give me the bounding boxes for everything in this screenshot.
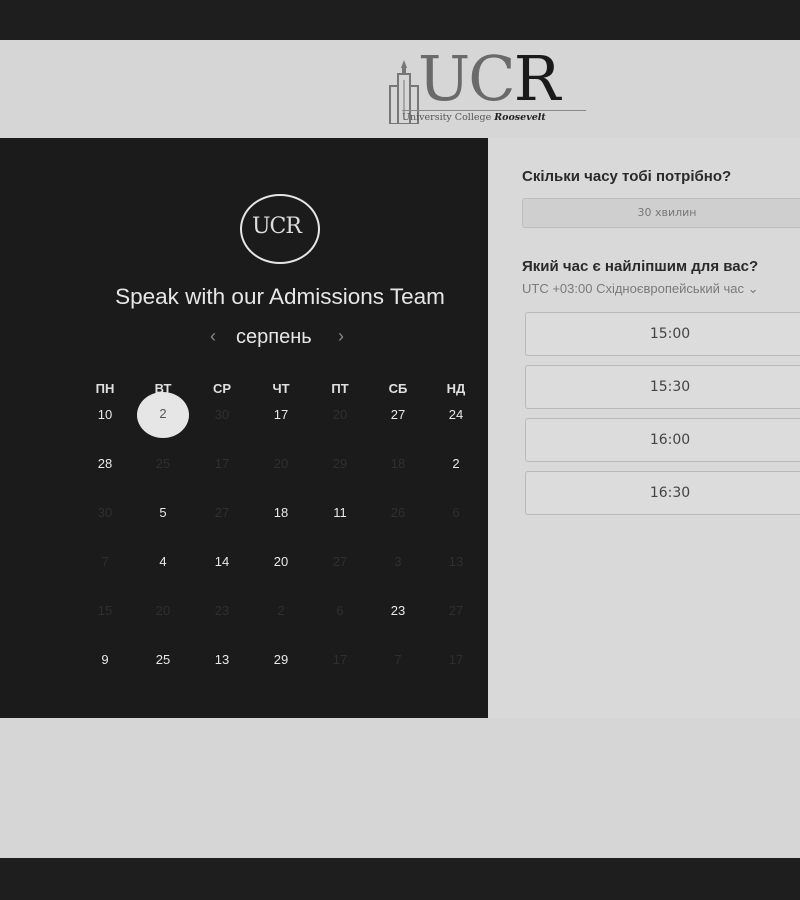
bottom-bar bbox=[0, 858, 800, 900]
booking-panel: Скільки часу тобі потрібно? 30 хвилин Як… bbox=[488, 138, 800, 718]
calendar-day: 3 bbox=[394, 554, 402, 569]
calendar-day[interactable]: 27 bbox=[378, 403, 418, 427]
logo-wordmark: UCR bbox=[418, 42, 560, 115]
calendar-day: 27 bbox=[214, 505, 230, 520]
time-slot[interactable]: 15:30 bbox=[525, 365, 800, 409]
calendar-day[interactable]: 14 bbox=[202, 550, 242, 574]
calendar-day-selected[interactable]: 2 bbox=[137, 392, 189, 438]
chevron-left-icon[interactable]: ‹ bbox=[210, 326, 216, 347]
calendar-day: 18 bbox=[390, 456, 406, 471]
calendar-day: 17 bbox=[448, 652, 464, 667]
duration-select[interactable]: 30 хвилин bbox=[522, 198, 800, 228]
calendar-day[interactable]: 20 bbox=[261, 550, 301, 574]
calendar-day: 23 bbox=[214, 603, 230, 618]
calendar-day[interactable]: 10 bbox=[85, 403, 125, 427]
calendar-panel: UCR Speak with our Admissions Team ‹ сер… bbox=[0, 138, 488, 718]
calendar-day: 6 bbox=[452, 505, 460, 520]
calendar-day[interactable]: 18 bbox=[261, 501, 301, 525]
weekday-header: НД bbox=[446, 381, 466, 396]
page-footer-area bbox=[0, 718, 800, 858]
duration-question: Скільки часу тобі потрібно? bbox=[522, 168, 732, 185]
calendar-day[interactable]: 28 bbox=[85, 452, 125, 476]
calendar-day: 20 bbox=[155, 603, 171, 618]
time-question: Який час є найліпшим для вас? bbox=[522, 258, 759, 275]
calendar-day: 20 bbox=[332, 407, 348, 422]
calendar-day: 25 bbox=[155, 456, 171, 471]
timezone-select[interactable]: UTC +03:00 Східноєвропейський час ⌄ bbox=[522, 281, 759, 297]
chevron-right-icon[interactable]: › bbox=[338, 326, 344, 347]
calendar-day[interactable]: 24 bbox=[436, 403, 476, 427]
calendar-day: 30 bbox=[214, 407, 230, 422]
calendar-day: 7 bbox=[101, 554, 109, 569]
logo-subtitle: University College Roosevelt bbox=[402, 110, 586, 126]
calendar-day: 17 bbox=[214, 456, 230, 471]
weekday-header: СБ bbox=[388, 381, 408, 396]
month-label: серпень bbox=[236, 326, 312, 348]
calendar-day: 15 bbox=[97, 603, 113, 618]
calendar-day: 30 bbox=[97, 505, 113, 520]
calendar-day[interactable]: 17 bbox=[261, 403, 301, 427]
calendar-day: 26 bbox=[390, 505, 406, 520]
calendar-day[interactable]: 4 bbox=[143, 550, 183, 574]
time-slot[interactable]: 15:00 bbox=[525, 312, 800, 356]
calendar-day: 27 bbox=[332, 554, 348, 569]
calendar-day: 2 bbox=[277, 603, 285, 618]
weekday-header: ПТ bbox=[331, 381, 349, 396]
calendar-day: 17 bbox=[332, 652, 348, 667]
calendar-day[interactable]: 29 bbox=[261, 648, 301, 672]
chevron-down-icon: ⌄ bbox=[747, 281, 759, 296]
calendar-day[interactable]: 5 bbox=[143, 501, 183, 525]
calendar-day: 29 bbox=[332, 456, 348, 471]
calendar-day: 27 bbox=[448, 603, 464, 618]
weekday-header: СР bbox=[212, 381, 232, 396]
calendar-day: 7 bbox=[394, 652, 402, 667]
weekday-header: ЧТ bbox=[272, 381, 290, 396]
calendar-day: 13 bbox=[448, 554, 464, 569]
calendar-day[interactable]: 23 bbox=[378, 599, 418, 623]
time-slot[interactable]: 16:00 bbox=[525, 418, 800, 462]
calendar-day[interactable]: 11 bbox=[320, 501, 360, 525]
calendar-day[interactable]: 25 bbox=[143, 648, 183, 672]
calendar-day[interactable]: 13 bbox=[202, 648, 242, 672]
calendar-day: 6 bbox=[336, 603, 344, 618]
time-slot[interactable]: 16:30 bbox=[525, 471, 800, 515]
page-title: Speak with our Admissions Team bbox=[115, 284, 445, 309]
month-nav: ‹ серпень › bbox=[200, 324, 360, 354]
calendar-day[interactable]: 9 bbox=[85, 648, 125, 672]
calendar-day: 20 bbox=[273, 456, 289, 471]
weekday-header: ПН bbox=[95, 381, 115, 396]
calendar-day[interactable]: 2 bbox=[436, 452, 476, 476]
ucr-logo: UCR University College Roosevelt bbox=[388, 48, 586, 126]
circle-logo: UCR bbox=[240, 194, 320, 264]
header: UCR University College Roosevelt bbox=[0, 40, 800, 138]
top-bar bbox=[0, 0, 800, 40]
